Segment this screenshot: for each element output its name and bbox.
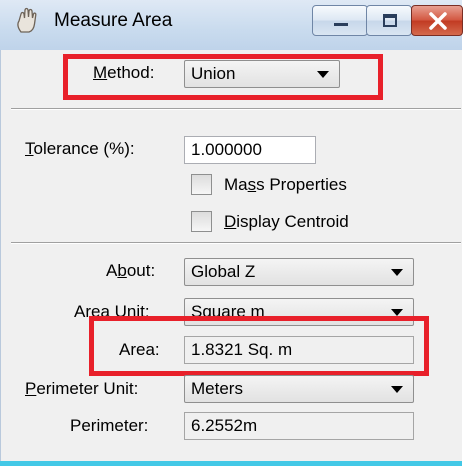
about-dropdown[interactable]: Global Z <box>184 258 414 286</box>
chevron-down-icon <box>391 386 403 393</box>
perimeter-label: Perimeter: <box>70 416 149 435</box>
chevron-down-icon <box>391 309 403 316</box>
separator <box>11 242 461 244</box>
perimeter-value: 6.2552m <box>191 416 258 435</box>
about-value: Global Z <box>191 262 256 281</box>
mass-properties-checkbox[interactable] <box>191 174 212 195</box>
measure-area-window: Measure Area Method: Union Tolerance (%)… <box>0 0 463 466</box>
close-icon <box>429 12 447 30</box>
close-button[interactable] <box>411 5 463 36</box>
method-highlight-box <box>63 54 383 100</box>
about-label: About: <box>106 261 156 280</box>
display-centroid-checkbox[interactable] <box>191 211 212 232</box>
chevron-down-icon <box>391 269 403 276</box>
mass-properties-label[interactable]: Mass Properties <box>224 175 347 195</box>
maximize-icon <box>383 14 397 27</box>
perimeter-unit-dropdown[interactable]: Meters <box>184 375 414 403</box>
minimize-button[interactable] <box>312 5 368 36</box>
maximize-button[interactable] <box>366 5 412 36</box>
window-title: Measure Area <box>54 10 173 31</box>
measure-area-hand-icon <box>17 7 37 33</box>
perimeter-value-field: 6.2552m <box>184 412 414 440</box>
perimeter-unit-label: Perimeter Unit: <box>25 379 139 398</box>
tolerance-value: 1.000000 <box>191 140 262 159</box>
tolerance-input[interactable]: 1.000000 <box>184 136 316 164</box>
dialog-body: Method: Union Tolerance (%): 1.000000 Ma… <box>0 50 462 466</box>
tolerance-label: Tolerance (%): <box>25 139 135 158</box>
perimeter-unit-value: Meters <box>191 379 243 398</box>
minimize-icon <box>334 23 348 26</box>
area-highlight-box <box>89 316 429 376</box>
bottom-accent-border <box>0 461 462 466</box>
display-centroid-label[interactable]: Display Centroid <box>224 212 349 232</box>
separator <box>11 108 461 110</box>
title-bar[interactable]: Measure Area <box>0 0 463 51</box>
